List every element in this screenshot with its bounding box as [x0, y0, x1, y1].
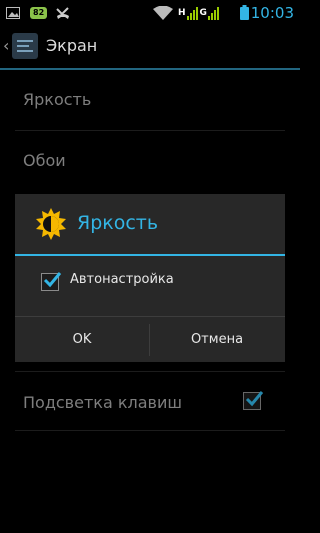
usb-badge: 82 — [30, 0, 48, 25]
status-bar: 82 H G 10:03 — [0, 0, 300, 25]
ok-button[interactable]: OK — [15, 317, 149, 362]
display-settings-icon[interactable] — [12, 33, 38, 59]
dialog-title: Яркость — [77, 212, 159, 234]
dialog-title-row: Яркость — [15, 194, 285, 254]
page-title: Экран — [46, 36, 98, 55]
sun-icon — [36, 208, 66, 240]
auto-brightness-label[interactable]: Автонастройка — [70, 272, 174, 287]
back-chevron-icon[interactable]: ‹ — [3, 36, 9, 55]
wifi-icon — [153, 0, 173, 25]
cancel-button[interactable]: Отмена — [150, 317, 284, 362]
missed-call-icon — [56, 0, 70, 25]
clock: 10:03 — [250, 3, 294, 22]
battery-icon — [240, 0, 249, 25]
auto-brightness-checkbox[interactable] — [41, 272, 62, 291]
action-bar: ‹ Экран — [0, 25, 300, 70]
signal-icon: H G — [178, 0, 219, 25]
brightness-dialog: Яркость Автонастройка OK Отмена — [15, 194, 285, 362]
dialog-title-divider — [15, 254, 285, 256]
image-icon — [6, 0, 20, 25]
